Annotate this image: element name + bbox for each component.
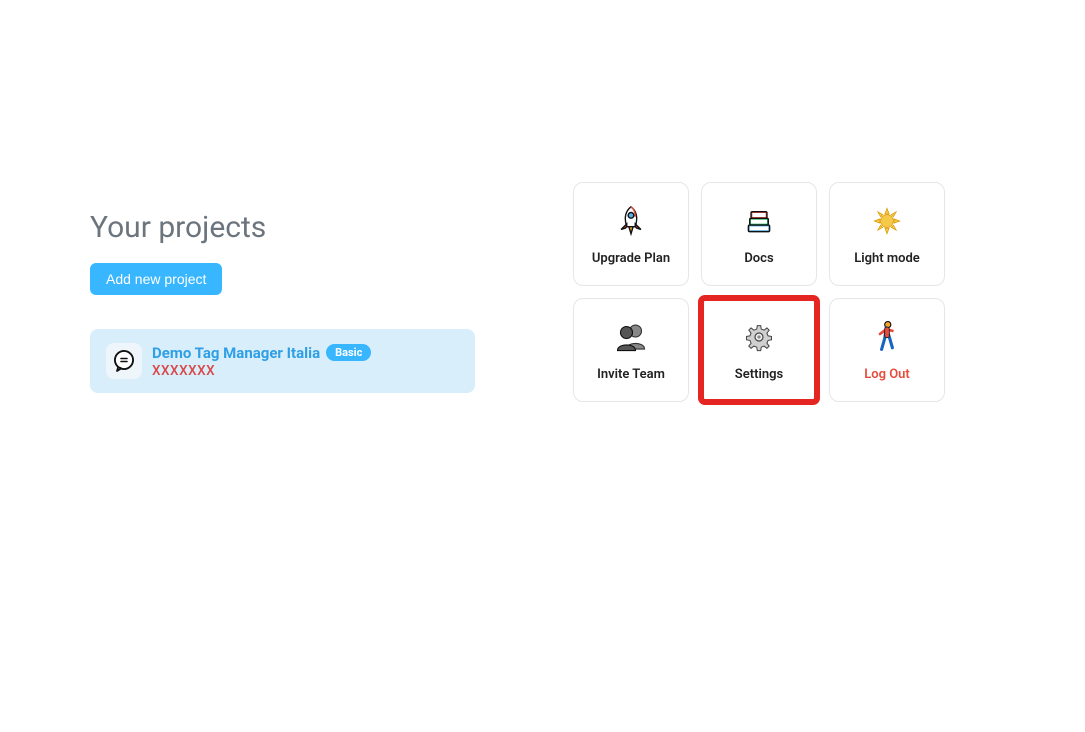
project-name-row: Demo Tag Manager Italia Basic xyxy=(152,344,371,362)
page-title: Your projects xyxy=(90,210,480,245)
tile-label: Light mode xyxy=(854,251,920,266)
upgrade-plan-tile[interactable]: Upgrade Plan xyxy=(573,182,689,286)
tile-label: Invite Team xyxy=(597,367,665,382)
tile-label: Log Out xyxy=(864,367,910,382)
tile-label: Settings xyxy=(735,367,783,382)
sun-icon xyxy=(869,203,905,239)
tile-label: Upgrade Plan xyxy=(592,251,670,266)
person-walking-icon xyxy=(869,319,905,355)
logout-tile[interactable]: Log Out xyxy=(829,298,945,402)
docs-tile[interactable]: Docs xyxy=(701,182,817,286)
gear-icon xyxy=(741,319,777,355)
light-mode-tile[interactable]: Light mode xyxy=(829,182,945,286)
projects-panel: Your projects Add new project D xyxy=(90,210,480,393)
project-name: Demo Tag Manager Italia xyxy=(152,344,320,362)
action-tiles-grid: Upgrade Plan Docs xyxy=(573,182,945,402)
project-code: XXXXXXX xyxy=(152,363,371,379)
invite-team-tile[interactable]: Invite Team xyxy=(573,298,689,402)
project-icon-wrap xyxy=(106,343,142,379)
plan-badge: Basic xyxy=(326,344,371,361)
chat-bubble-icon xyxy=(112,349,136,373)
rocket-icon xyxy=(613,203,649,239)
settings-tile[interactable]: Settings xyxy=(701,298,817,402)
people-icon xyxy=(613,319,649,355)
project-info: Demo Tag Manager Italia Basic XXXXXXX xyxy=(152,344,371,379)
project-card[interactable]: Demo Tag Manager Italia Basic XXXXXXX xyxy=(90,329,475,393)
add-new-project-button[interactable]: Add new project xyxy=(90,263,222,295)
tile-label: Docs xyxy=(744,251,773,266)
books-icon xyxy=(741,203,777,239)
